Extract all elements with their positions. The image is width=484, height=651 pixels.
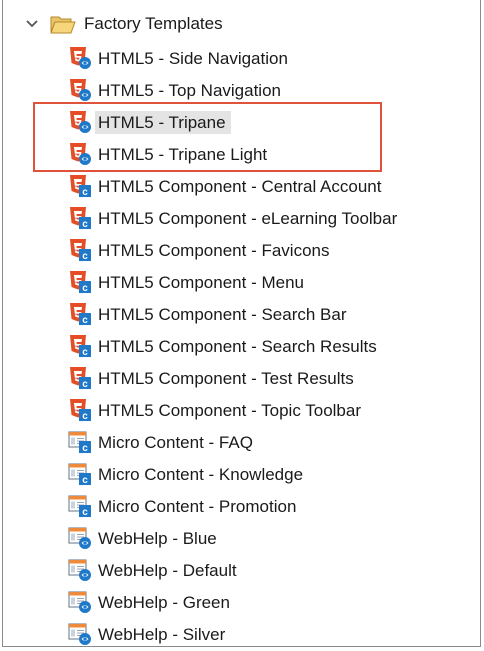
svg-text:c: c (82, 219, 88, 230)
tree-item-label: HTML5 Component - Topic Toolbar (98, 400, 362, 420)
micro-content-template-icon: c (68, 430, 92, 454)
tree-item[interactable]: HTML5 - Tripane (68, 106, 397, 138)
svg-text:c: c (82, 187, 88, 198)
tree-item[interactable]: c HTML5 Component - Menu (68, 266, 397, 298)
tree-item[interactable]: c HTML5 Component - Favicons (68, 234, 397, 266)
html5-template-icon (68, 78, 92, 102)
tree-item-label: WebHelp - Default (98, 560, 237, 580)
tree-item-label: HTML5 - Tripane (95, 110, 231, 134)
tree-node-factory-templates[interactable]: Factory Templates (24, 10, 223, 38)
tree-item-label: HTML5 Component - Central Account (98, 176, 382, 196)
micro-content-template-icon: c (68, 462, 92, 486)
tree-item-label: Micro Content - Promotion (98, 496, 297, 516)
svg-text:c: c (82, 347, 88, 358)
tree-item[interactable]: c Micro Content - FAQ (68, 426, 397, 458)
webhelp-template-icon (68, 526, 92, 550)
html5-template-icon (68, 110, 92, 134)
tree-item[interactable]: c HTML5 Component - Test Results (68, 362, 397, 394)
html5-component-template-icon: c (68, 366, 92, 390)
svg-text:c: c (82, 283, 88, 294)
svg-text:c: c (82, 443, 88, 454)
html5-component-template-icon: c (68, 238, 92, 262)
html5-template-icon (68, 46, 92, 70)
tree-item[interactable]: HTML5 - Top Navigation (68, 74, 397, 106)
tree-item[interactable]: c HTML5 Component - Central Account (68, 170, 397, 202)
html5-component-template-icon: c (68, 270, 92, 294)
template-list: HTML5 - Side Navigation HTML5 - Top Navig… (68, 42, 397, 650)
svg-text:c: c (82, 379, 88, 390)
tree-item[interactable]: c Micro Content - Promotion (68, 490, 397, 522)
tree-item-label: WebHelp - Blue (98, 528, 217, 548)
svg-text:c: c (82, 475, 88, 486)
tree-item[interactable]: WebHelp - Default (68, 554, 397, 586)
tree-item-label: WebHelp - Silver (98, 624, 226, 644)
tree-item-label: HTML5 - Side Navigation (98, 48, 288, 68)
tree-node-label: Factory Templates (84, 14, 223, 33)
webhelp-template-icon (68, 558, 92, 582)
html5-template-icon (68, 142, 92, 166)
tree-item-label: Micro Content - FAQ (98, 432, 253, 452)
folder-open-icon (50, 16, 76, 34)
tree-item[interactable]: HTML5 - Tripane Light (68, 138, 397, 170)
html5-component-template-icon: c (68, 334, 92, 358)
tree-item-label: HTML5 Component - Test Results (98, 368, 354, 388)
html5-component-template-icon: c (68, 206, 92, 230)
tree-item[interactable]: WebHelp - Silver (68, 618, 397, 650)
tree-item-label: HTML5 Component - Search Results (98, 336, 377, 356)
html5-component-template-icon: c (68, 174, 92, 198)
svg-text:c: c (82, 411, 88, 422)
tree-item[interactable]: c Micro Content - Knowledge (68, 458, 397, 490)
tree-item-label: HTML5 - Top Navigation (98, 80, 281, 100)
svg-text:c: c (82, 251, 88, 262)
svg-text:c: c (82, 507, 88, 518)
html5-component-template-icon: c (68, 302, 92, 326)
tree-item[interactable]: WebHelp - Blue (68, 522, 397, 554)
tree-item-label: Micro Content - Knowledge (98, 464, 304, 484)
svg-text:c: c (82, 315, 88, 326)
tree-item[interactable]: c HTML5 Component - eLearning Toolbar (68, 202, 397, 234)
webhelp-template-icon (68, 590, 92, 614)
micro-content-template-icon: c (68, 494, 92, 518)
tree-item[interactable]: WebHelp - Green (68, 586, 397, 618)
tree-item-label: WebHelp - Green (98, 592, 230, 612)
chevron-down-icon[interactable] (24, 16, 40, 32)
tree-item[interactable]: c HTML5 Component - Search Results (68, 330, 397, 362)
webhelp-template-icon (68, 622, 92, 646)
tree-item-label: HTML5 - Tripane Light (98, 144, 268, 164)
tree-item-label: HTML5 Component - Search Bar (98, 304, 347, 324)
tree-item[interactable]: HTML5 - Side Navigation (68, 42, 397, 74)
html5-component-template-icon: c (68, 398, 92, 422)
tree-item[interactable]: c HTML5 Component - Topic Toolbar (68, 394, 397, 426)
tree-item[interactable]: c HTML5 Component - Search Bar (68, 298, 397, 330)
tree-item-label: HTML5 Component - Favicons (98, 240, 330, 260)
tree-item-label: HTML5 Component - eLearning Toolbar (98, 208, 398, 228)
tree-item-label: HTML5 Component - Menu (98, 272, 304, 292)
